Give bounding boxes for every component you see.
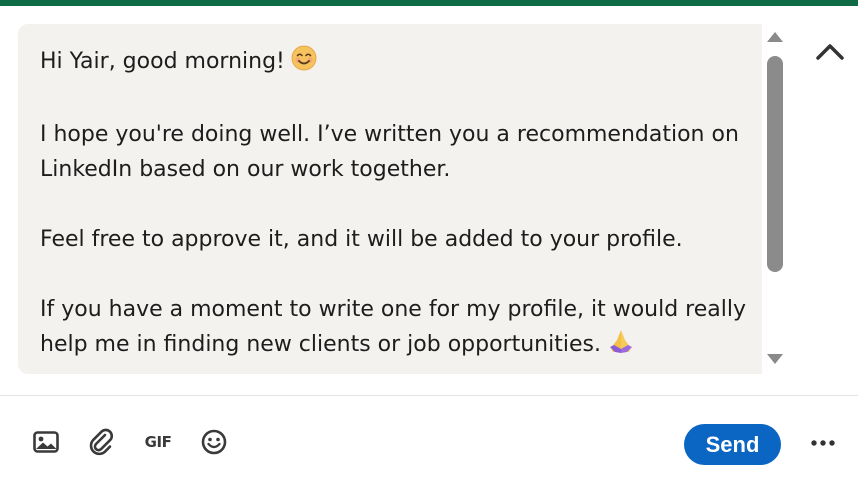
message-paragraph: I hope you're doing well. I’ve written y…	[40, 122, 739, 182]
scroll-up-arrow-icon[interactable]	[767, 32, 783, 42]
folded-hands-emoji	[607, 328, 635, 365]
toolbar-divider	[0, 395, 858, 396]
message-text[interactable]: Hi Yair, good morning! I hope you're doi…	[40, 44, 760, 365]
gif-icon: GIF	[144, 433, 172, 451]
image-icon	[33, 431, 59, 453]
scroll-thumb[interactable]	[767, 56, 783, 272]
attach-image-button[interactable]	[30, 425, 62, 459]
message-scrollbar[interactable]	[762, 24, 788, 374]
collapse-button[interactable]	[812, 36, 848, 66]
more-options-icon	[811, 440, 835, 446]
send-button[interactable]: Send	[684, 424, 781, 465]
emoji-icon	[201, 429, 227, 455]
gif-button[interactable]: GIF	[140, 425, 176, 459]
scroll-down-arrow-icon[interactable]	[767, 354, 783, 364]
emoji-button[interactable]	[198, 425, 230, 459]
message-paragraph: Feel free to approve it, and it will be …	[40, 227, 683, 252]
smiling-face-emoji	[291, 45, 317, 82]
attach-file-button[interactable]	[86, 425, 118, 459]
chevron-up-icon	[816, 44, 844, 60]
attachment-icon	[89, 428, 113, 456]
more-options-button[interactable]	[808, 430, 838, 456]
top-accent-bar	[0, 0, 858, 6]
message-paragraph: If you have a moment to write one for my…	[40, 292, 760, 365]
message-paragraph: Hi Yair, good morning!	[40, 44, 760, 82]
message-compose-box[interactable]: Hi Yair, good morning! I hope you're doi…	[18, 24, 788, 374]
